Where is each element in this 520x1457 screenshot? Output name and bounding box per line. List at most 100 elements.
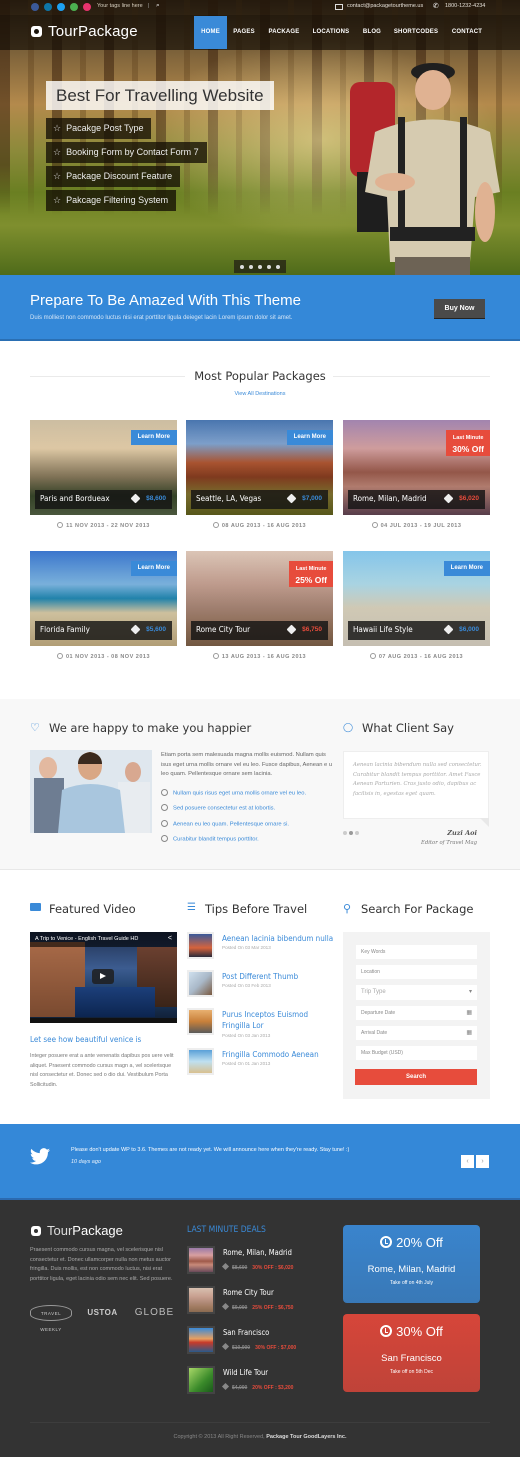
trip-type-select[interactable]: Trip Type ▾ <box>356 985 477 1000</box>
learn-more-button[interactable]: Learn More <box>443 561 490 576</box>
slide-dot[interactable] <box>258 265 262 269</box>
learn-more-button[interactable]: Learn More <box>286 430 333 445</box>
clock-icon <box>212 522 219 528</box>
promo-banner[interactable]: 20% Off Rome, Milan, Madrid Take off on … <box>343 1225 480 1303</box>
arrival-date-input[interactable]: Arrival Date ▦ <box>356 1026 477 1040</box>
tip-thumbnail[interactable] <box>187 932 214 959</box>
testimonial-dot-active[interactable] <box>349 831 353 835</box>
tip-thumbnail[interactable] <box>187 1008 214 1035</box>
testimonial-dot[interactable] <box>343 831 347 835</box>
nav-blog[interactable]: BLOG <box>360 16 384 49</box>
package-card[interactable]: Last Minute 30% Off Rome, Milan, Madrid $… <box>343 420 490 515</box>
tip-thumbnail[interactable] <box>187 970 214 997</box>
nav-shortcodes[interactable]: SHORTCODES <box>392 16 440 49</box>
contact-email[interactable]: contact@packagetourtheme.us <box>347 3 423 9</box>
smile-icon <box>161 804 168 811</box>
placeholder: Location <box>361 969 380 975</box>
tweet-prev-button[interactable]: ‹ <box>461 1155 474 1168</box>
search-icon: ⚲ <box>343 903 352 915</box>
hero-feature: ☆ Package Discount Feature <box>46 166 181 187</box>
max-budget-input[interactable]: Max Budget (USD) <box>356 1046 477 1060</box>
package-card[interactable]: Learn More Seattle, LA, Vegas $7,000 <box>186 420 333 515</box>
testimonial-quote: Aenean lacinia bibendum nulla sed consec… <box>353 762 482 797</box>
price-tag-icon <box>221 1302 230 1311</box>
tip-title[interactable]: Purus Inceptos Euismod Fringilla Lor <box>222 1009 337 1031</box>
play-icon[interactable] <box>92 969 114 984</box>
video-player[interactable]: A Trip to Venice - English Travel Guide … <box>30 932 177 1023</box>
promo-banner[interactable]: 30% Off San Francisco Take off on 5th De… <box>343 1314 480 1392</box>
linkedin-icon[interactable] <box>44 3 52 11</box>
nav-package[interactable]: PACKAGE <box>266 16 302 49</box>
video-title[interactable]: A Trip to Venice - English Travel Guide … <box>35 936 138 942</box>
search-button[interactable]: Search <box>355 1069 477 1085</box>
location-input[interactable]: Location <box>356 965 477 979</box>
keywords-input[interactable]: Key Words <box>356 945 477 959</box>
tweet-next-button[interactable]: › <box>476 1155 489 1168</box>
deal-name[interactable]: Wild Life Tour <box>223 1368 268 1377</box>
share-icon[interactable]: < <box>168 935 172 942</box>
package-name[interactable]: Hawaii Life Style <box>353 625 413 634</box>
nav-locations[interactable]: LOCATIONS <box>309 16 353 49</box>
footer-logo[interactable]: TourPackage <box>47 1223 123 1238</box>
package-name[interactable]: Florida Family <box>40 625 90 634</box>
package-card[interactable]: Learn More Florida Family $5,600 <box>30 551 177 646</box>
price-tag-icon <box>130 624 141 635</box>
learn-more-button[interactable]: Learn More <box>130 430 177 445</box>
package-name[interactable]: Rome, Milan, Madrid <box>353 494 427 503</box>
package-card[interactable]: Learn More Hawaii Life Style $6,000 <box>343 551 490 646</box>
deal-thumbnail[interactable] <box>187 1246 215 1274</box>
logo-icon[interactable] <box>31 26 42 37</box>
site-logo[interactable]: TourPackage <box>48 23 138 40</box>
footer-logo-icon <box>31 1226 41 1236</box>
promo-destination: Rome, Milan, Madrid <box>367 1264 456 1275</box>
list-text: Curabitur blandit tempus porttitor. <box>173 836 259 843</box>
package-name[interactable]: Rome City Tour <box>196 625 250 634</box>
slide-dot[interactable] <box>276 265 280 269</box>
tip-title[interactable]: Aenean lacinia bibendum nulla <box>222 933 337 944</box>
deal-name[interactable]: Rome City Tour <box>223 1288 274 1297</box>
slide-dot[interactable] <box>249 265 253 269</box>
deal-thumbnail[interactable] <box>187 1326 215 1354</box>
price-tag-icon <box>221 1342 230 1351</box>
nav-contact[interactable]: CONTACT <box>448 16 486 49</box>
learn-more-button[interactable]: Learn More <box>130 561 177 576</box>
deal-thumbnail[interactable] <box>187 1366 215 1394</box>
last-minute-badge[interactable]: Last Minute 25% Off <box>289 561 333 587</box>
dribbble-icon[interactable] <box>83 3 91 11</box>
discount-price: 30% OFF : $7,000 <box>255 1345 297 1351</box>
package-card[interactable]: Last Minute 25% Off Rome City Tour $6,750 <box>186 551 333 646</box>
slider-pagination <box>234 260 286 273</box>
search-icon[interactable]: ⌕ <box>156 2 164 11</box>
date-range: 11 NOV 2013 - 22 NOV 2013 <box>66 523 150 529</box>
facebook-icon[interactable] <box>31 3 39 11</box>
deal-name[interactable]: Rome, Milan, Madrid <box>223 1248 292 1257</box>
twitter-icon[interactable] <box>57 3 65 11</box>
tip-title[interactable]: Fringilla Commodo Aenean <box>222 1049 337 1060</box>
clock-icon <box>212 653 219 659</box>
testimonial-dot[interactable] <box>355 831 359 835</box>
package-name[interactable]: Paris and Bordueax <box>40 494 110 503</box>
copyright-brand[interactable]: Package Tour GoodLayers Inc. <box>266 1434 346 1440</box>
promo-percent: 30% Off <box>396 1324 443 1339</box>
deal-name[interactable]: San Francisco <box>223 1328 269 1337</box>
slide-dot[interactable] <box>267 265 271 269</box>
deal-thumbnail[interactable] <box>187 1286 215 1314</box>
testimonial-role: Editor of Travel Mag <box>420 840 477 846</box>
testimonial-author: Zuzi Aoi <box>447 829 477 837</box>
placeholder: Arrival Date <box>361 1030 388 1036</box>
video-post-title[interactable]: Let see how beautiful venice is <box>30 1035 141 1044</box>
package-name[interactable]: Seattle, LA, Vegas <box>196 494 261 503</box>
package-card[interactable]: Learn More Paris and Bordueax $8,600 <box>30 420 177 515</box>
package-dates: 07 AUG 2013 - 16 AUG 2013 <box>343 653 490 660</box>
email-icon[interactable] <box>70 3 78 11</box>
buy-now-button[interactable]: Buy Now <box>434 299 485 318</box>
video-controls[interactable] <box>30 1018 177 1023</box>
view-all-destinations-link[interactable]: View All Destinations <box>0 391 520 397</box>
departure-date-input[interactable]: Departure Date ▦ <box>356 1006 477 1020</box>
tip-thumbnail[interactable] <box>187 1048 214 1075</box>
tip-title[interactable]: Post Different Thumb <box>222 971 337 982</box>
nav-pages[interactable]: PAGES <box>230 16 258 49</box>
last-minute-badge[interactable]: Last Minute 30% Off <box>446 430 490 456</box>
slide-dot[interactable] <box>240 265 244 269</box>
nav-home[interactable]: HOME <box>194 16 227 49</box>
